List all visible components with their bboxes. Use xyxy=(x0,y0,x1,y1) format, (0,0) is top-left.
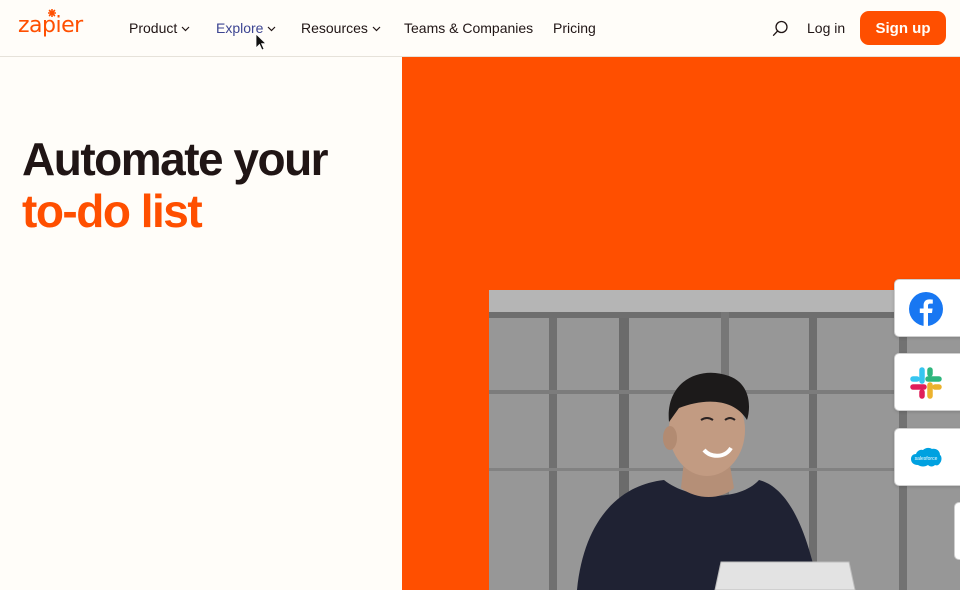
chevron-down-icon xyxy=(372,26,381,31)
logo-star-icon xyxy=(48,9,56,17)
hero-photo xyxy=(489,290,960,590)
slack-icon xyxy=(910,367,942,399)
nav-product[interactable]: Product xyxy=(129,19,190,37)
chevron-down-icon xyxy=(268,26,276,31)
nav-resources-label: Resources xyxy=(301,20,368,36)
nav-resources[interactable]: Resources xyxy=(301,19,381,37)
salesforce-icon: salesforce xyxy=(911,447,942,467)
search-icon[interactable] xyxy=(772,20,789,37)
salesforce-app-card: salesforce xyxy=(894,428,960,486)
signup-button[interactable]: Sign up xyxy=(860,11,946,45)
zapier-logo[interactable]: zapier xyxy=(18,14,83,38)
slack-app-card xyxy=(894,353,960,411)
nav-pricing-label: Pricing xyxy=(553,20,596,36)
nav-teams-companies-label: Teams & Companies xyxy=(404,20,534,36)
nav-product-label: Product xyxy=(129,20,178,36)
hero-headline-line1: Automate your xyxy=(22,133,329,185)
salesforce-wordmark: salesforce xyxy=(915,456,938,462)
nav-teams-companies[interactable]: Teams & Companies xyxy=(404,19,533,37)
chevron-down-icon xyxy=(181,26,190,31)
mouse-cursor-icon xyxy=(255,33,267,51)
hero-headline-line2: to-do list xyxy=(22,185,203,237)
facebook-app-card xyxy=(894,279,960,337)
login-link[interactable]: Log in xyxy=(807,19,845,37)
hero-photo-illustration xyxy=(489,290,960,590)
partial-app-card xyxy=(954,502,960,560)
top-nav-bar: zapier Product Explore Resources Teams &… xyxy=(0,0,960,57)
nav-pricing[interactable]: Pricing xyxy=(553,19,596,37)
facebook-icon xyxy=(909,292,943,326)
nav-explore[interactable]: Explore xyxy=(216,19,276,37)
